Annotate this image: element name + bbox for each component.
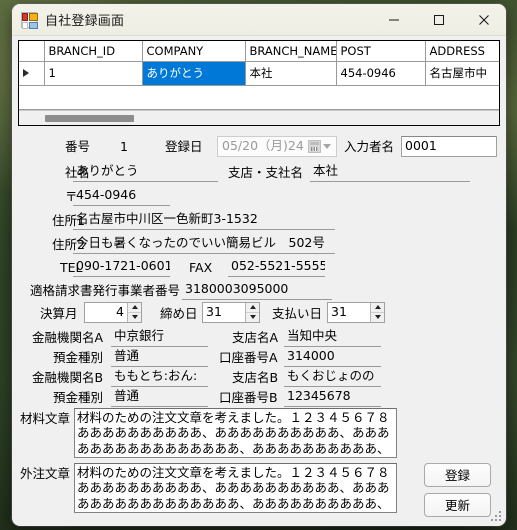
scrollbar-thumb[interactable] [45, 114, 134, 122]
account-a-label: 口座番号A [219, 349, 278, 365]
account-b-input[interactable]: 12345678 [284, 387, 381, 407]
minimize-icon[interactable] [371, 4, 416, 36]
closing-day-stepper[interactable]: 31 [202, 301, 260, 323]
registration-form: 番号 1 登録日 05/20（月)24 入力者名 0001 社名 ありがとう 支… [12, 126, 506, 527]
cell-branch-id[interactable]: 1 [44, 61, 143, 86]
calendar-icon[interactable] [308, 139, 321, 153]
fiscal-month-label: 決算月 [40, 305, 78, 321]
grid-header-address[interactable]: ADDRESS [425, 41, 499, 62]
closing-day-label: 締め日 [160, 305, 198, 321]
grid-header-branch-id[interactable]: BRANCH_ID [44, 41, 143, 62]
material-text-area[interactable]: 材料のための注文文章を考えました。１２３４５６７８ああああああああああ、ああああ… [74, 407, 397, 458]
maximize-icon[interactable] [416, 4, 461, 36]
grid-header-row: BRANCH_ID COMPANY BRANCH_NAME POST ADDRE… [19, 41, 499, 62]
closing-day-spin[interactable] [245, 302, 259, 322]
bank-b-input[interactable]: ももとち:おん: [111, 367, 208, 387]
resize-grip[interactable] [491, 511, 503, 523]
payment-day-stepper[interactable]: 31 [327, 301, 385, 323]
branch-b-input[interactable]: もくおじょのの [284, 367, 381, 387]
branch-b-label: 支店名B [232, 369, 279, 385]
app-squares-icon [21, 11, 38, 29]
regdate-value: 05/20（月)24 [222, 138, 304, 153]
payment-day-value[interactable]: 31 [328, 303, 370, 322]
window-controls [371, 4, 506, 36]
operator-label: 入力者名 [344, 138, 395, 154]
fiscal-month-spin[interactable] [127, 302, 141, 322]
grid-header-branch-name[interactable]: BRANCH_NAME [245, 41, 337, 62]
grid-horizontal-scrollbar[interactable] [19, 109, 499, 125]
bank-b-label: 金融機関名B [32, 369, 104, 385]
cell-address[interactable]: 名古屋市中 [425, 61, 499, 86]
chevron-down-icon[interactable] [323, 143, 331, 149]
regdate-datepicker[interactable]: 05/20（月)24 [217, 135, 337, 157]
fiscal-month-value[interactable]: 4 [85, 303, 127, 322]
grid-header-selector[interactable] [19, 41, 45, 62]
row-selector-arrow[interactable] [19, 61, 45, 86]
branch-input[interactable]: 本社 [310, 162, 470, 182]
material-text-label: 材料文章 [20, 410, 71, 426]
number-value: 1 [120, 138, 128, 154]
account-b-label: 口座番号B [219, 389, 278, 405]
register-button[interactable]: 登録 [424, 462, 491, 487]
company-input[interactable]: ありがとう [73, 162, 218, 182]
postal-input[interactable]: 454-0946 [73, 186, 170, 206]
deposit-a-input[interactable]: 普通 [111, 347, 208, 367]
account-a-input[interactable]: 314000 [284, 347, 381, 367]
window-title: 自社登録画面 [45, 14, 125, 29]
closing-day-value[interactable]: 31 [203, 303, 245, 322]
bank-a-input[interactable]: 中京銀行 [111, 327, 208, 347]
cell-post[interactable]: 454-0946 [336, 61, 426, 86]
address2-input[interactable]: 今日も暑くなったのでいい簡易ビル 502号 [73, 234, 335, 254]
fiscal-month-stepper[interactable]: 4 [84, 301, 142, 323]
deposit-b-label: 預金種別 [53, 389, 104, 405]
update-button[interactable]: 更新 [424, 492, 491, 517]
branch-a-input[interactable]: 当知中央 [284, 327, 381, 347]
number-label: 番号 [65, 138, 91, 154]
fax-label: FAX [189, 259, 213, 275]
tel-input[interactable]: 090-1721-0601 [73, 257, 170, 277]
data-grid-view[interactable]: BRANCH_ID COMPANY BRANCH_NAME POST ADDRE… [18, 40, 500, 126]
deposit-b-input[interactable]: 普通 [111, 387, 208, 407]
regdate-label: 登録日 [165, 138, 203, 154]
fax-input[interactable]: 052-5521-5555 [228, 257, 325, 277]
outsource-text-label: 外注文章 [20, 465, 71, 481]
bank-a-label: 金融機関名A [32, 329, 104, 345]
close-icon[interactable] [461, 4, 506, 36]
outsource-text-area[interactable]: 材料のための注文文章を考えました。１２３４５６７８ああああああああああ、ああああ… [74, 462, 397, 513]
grid-filler-row [19, 85, 499, 110]
invoice-number-input[interactable]: 3180003095000 [182, 280, 332, 300]
payment-day-label: 支払い日 [272, 305, 323, 321]
branch-label: 支店・支社名 [228, 164, 304, 180]
cell-company[interactable]: ありがとう [142, 61, 246, 86]
grid-header-company[interactable]: COMPANY [142, 41, 246, 62]
payment-day-spin[interactable] [370, 302, 384, 322]
deposit-a-label: 預金種別 [53, 349, 104, 365]
grid-header-post[interactable]: POST [336, 41, 426, 62]
address1-input[interactable]: 名古屋市中川区一色新町3-1532 [73, 210, 335, 230]
window-title-bar: 自社登録画面 [12, 4, 506, 36]
application-window: 自社登録画面 BRANCH_ID COMPANY BRANCH_NAME POS… [12, 4, 506, 526]
table-row[interactable]: 1 ありがとう 本社 454-0946 名古屋市中 [19, 61, 499, 86]
operator-input[interactable]: 0001 [401, 135, 497, 157]
cell-branch-name[interactable]: 本社 [245, 61, 337, 86]
invoice-number-label: 適格請求書発行事業者番号 [30, 282, 181, 298]
branch-a-label: 支店名A [232, 329, 279, 345]
